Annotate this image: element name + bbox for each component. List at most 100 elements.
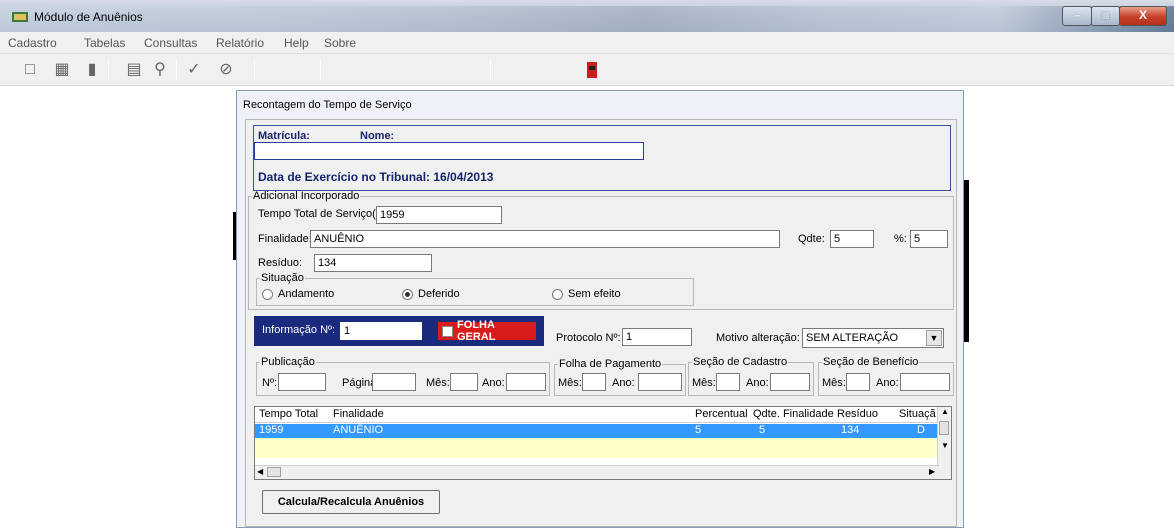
close-button[interactable]: X bbox=[1119, 6, 1167, 26]
radio-sem-efeito[interactable]: Sem efeito bbox=[552, 288, 621, 300]
residuo-label: Resíduo: bbox=[258, 257, 303, 269]
radio-dot bbox=[552, 288, 563, 300]
radio-dot bbox=[262, 288, 273, 300]
protocolo-field[interactable]: 1 bbox=[622, 328, 692, 346]
table-row[interactable]: 1959 ANUÊNIO 5 5 134 D bbox=[255, 424, 939, 438]
col-tempo-total[interactable]: Tempo Total bbox=[259, 408, 318, 420]
check-icon[interactable]: ✓ bbox=[184, 60, 204, 80]
pub-ano-label: Ano: bbox=[482, 377, 505, 389]
col-situacao[interactable]: Situaçã bbox=[899, 408, 936, 420]
data-exercicio: Data de Exercício no Tribunal: 16/04/201… bbox=[258, 170, 494, 184]
radio-andamento[interactable]: Andamento bbox=[262, 288, 334, 300]
grid-header: Tempo Total Finalidade Percentual Qdte. … bbox=[255, 407, 939, 423]
publicacao-legend: Publicação bbox=[261, 356, 315, 368]
situacao-legend: Situação bbox=[261, 272, 304, 284]
col-residuo[interactable]: Resíduo bbox=[837, 408, 878, 420]
maximize-button[interactable]: □ bbox=[1091, 6, 1120, 26]
calcula-recalcula-button[interactable]: Calcula/Recalcula Anuênios bbox=[262, 490, 440, 514]
scroll-thumb[interactable] bbox=[267, 467, 281, 477]
adicional-legend: Adicional Incorporado bbox=[253, 190, 360, 202]
new-icon[interactable]: □ bbox=[20, 60, 40, 80]
scroll-down-icon[interactable]: ▼ bbox=[941, 441, 949, 450]
sc-mes-field[interactable] bbox=[716, 373, 740, 391]
menu-tabelas[interactable]: Tabelas bbox=[84, 36, 125, 50]
toolbar-separator bbox=[320, 60, 321, 80]
pub-n-field[interactable] bbox=[278, 373, 326, 391]
secao-beneficio-legend: Seção de Benefício bbox=[823, 356, 919, 368]
import-icon[interactable]: ▦ bbox=[52, 60, 72, 80]
menu-relatorio[interactable]: Relatório bbox=[216, 36, 264, 50]
residuo-field[interactable]: 134 bbox=[314, 254, 432, 272]
recontagem-dialog: Recontagem do Tempo de Serviço Matrícula… bbox=[236, 90, 964, 528]
pub-mes-label: Mês: bbox=[426, 377, 450, 389]
menu-bar: Cadastro Tabelas Consultas Relatório Hel… bbox=[0, 32, 1174, 54]
folha-pagamento-legend: Folha de Pagamento bbox=[559, 358, 662, 370]
chevron-down-icon[interactable]: ▼ bbox=[926, 330, 942, 346]
secao-cadastro-legend: Seção de Cadastro bbox=[693, 356, 788, 368]
finalidade-label: Finalidade: bbox=[258, 233, 312, 245]
vertical-scrollbar[interactable]: ▲ ▼ bbox=[937, 407, 951, 479]
toolbar-separator bbox=[254, 60, 255, 80]
folha-geral-checkbox[interactable]: FOLHA GERAL bbox=[438, 319, 536, 343]
fp-ano-label: Ano: bbox=[612, 377, 635, 389]
toolbar-separator bbox=[176, 60, 177, 80]
percent-field[interactable]: 5 bbox=[910, 230, 948, 248]
delete-icon[interactable]: ▮ bbox=[82, 60, 102, 80]
menu-cadastro[interactable]: Cadastro bbox=[8, 36, 57, 50]
matricula-label: Matrícula: bbox=[258, 130, 310, 142]
radio-deferido[interactable]: Deferido bbox=[402, 288, 460, 300]
sb-ano-field[interactable] bbox=[900, 373, 950, 391]
title-bar-gradient bbox=[0, 6, 1174, 32]
fp-mes-field[interactable] bbox=[582, 373, 606, 391]
col-finalidade[interactable]: Finalidade bbox=[333, 408, 384, 420]
print-icon[interactable]: ▤ bbox=[124, 60, 144, 80]
app-icon bbox=[12, 12, 28, 22]
informacao-strip: Informação Nº: 1 FOLHA GERAL bbox=[254, 316, 544, 346]
pub-n-label: Nº: bbox=[262, 377, 278, 389]
sb-ano-label: Ano: bbox=[876, 377, 899, 389]
checkbox-box bbox=[442, 325, 453, 337]
informacao-field[interactable]: 1 bbox=[340, 322, 422, 340]
window-title: Módulo de Anuênios bbox=[34, 10, 143, 24]
toolbar: □ ▦ ▮ ▤ ⚲ ✓ ⊘ bbox=[0, 54, 1174, 86]
radio-dot-selected bbox=[402, 288, 413, 300]
zoom-icon[interactable]: ⚲ bbox=[150, 60, 170, 80]
cancel-icon[interactable]: ⊘ bbox=[216, 60, 236, 80]
pub-ano-field[interactable] bbox=[506, 373, 546, 391]
toolbar-separator bbox=[108, 60, 109, 80]
scroll-right-icon[interactable]: ▶ bbox=[929, 467, 935, 476]
fp-mes-label: Mês: bbox=[558, 377, 582, 389]
horizontal-scrollbar[interactable]: ◀ ▶ bbox=[255, 465, 939, 479]
motivo-label: Motivo alteração: bbox=[716, 332, 800, 344]
scroll-thumb[interactable] bbox=[939, 421, 949, 435]
exit-icon[interactable] bbox=[582, 60, 602, 80]
col-qdte-finalidade[interactable]: Qdte. Finalidade bbox=[753, 408, 834, 420]
tempo-field[interactable]: 1959 bbox=[376, 206, 502, 224]
col-percentual[interactable]: Percentual bbox=[695, 408, 748, 420]
dialog-body: Matrícula: Nome: Data de Exercício no Tr… bbox=[245, 119, 957, 527]
sb-mes-field[interactable] bbox=[846, 373, 870, 391]
minimize-button[interactable]: – bbox=[1062, 6, 1092, 26]
pub-pagina-field[interactable] bbox=[372, 373, 416, 391]
fp-ano-field[interactable] bbox=[638, 373, 682, 391]
qdte-label: Qdte: bbox=[798, 233, 825, 245]
sc-ano-field[interactable] bbox=[770, 373, 810, 391]
motivo-select[interactable]: SEM ALTERAÇÃO ▼ bbox=[802, 328, 944, 348]
new-row[interactable] bbox=[255, 438, 939, 458]
menu-sobre[interactable]: Sobre bbox=[324, 36, 356, 50]
scroll-left-icon[interactable]: ◀ bbox=[257, 467, 263, 476]
dialog-title: Recontagem do Tempo de Serviço bbox=[243, 99, 412, 111]
menu-help[interactable]: Help bbox=[284, 36, 309, 50]
scroll-up-icon[interactable]: ▲ bbox=[941, 407, 949, 416]
servidor-info-box: Matrícula: Nome: Data de Exercício no Tr… bbox=[253, 125, 951, 191]
pub-mes-field[interactable] bbox=[450, 373, 478, 391]
finalidade-field[interactable]: ANUÊNIO bbox=[310, 230, 780, 248]
title-bar: Módulo de Anuênios – □ X bbox=[0, 0, 1174, 32]
nome-field[interactable] bbox=[254, 142, 644, 160]
sc-ano-label: Ano: bbox=[746, 377, 769, 389]
menu-consultas[interactable]: Consultas bbox=[144, 36, 197, 50]
informacao-label: Informação Nº: bbox=[262, 324, 336, 336]
anuenios-grid[interactable]: Tempo Total Finalidade Percentual Qdte. … bbox=[254, 406, 952, 480]
qdte-field[interactable]: 5 bbox=[830, 230, 874, 248]
percent-label: %: bbox=[894, 233, 907, 245]
